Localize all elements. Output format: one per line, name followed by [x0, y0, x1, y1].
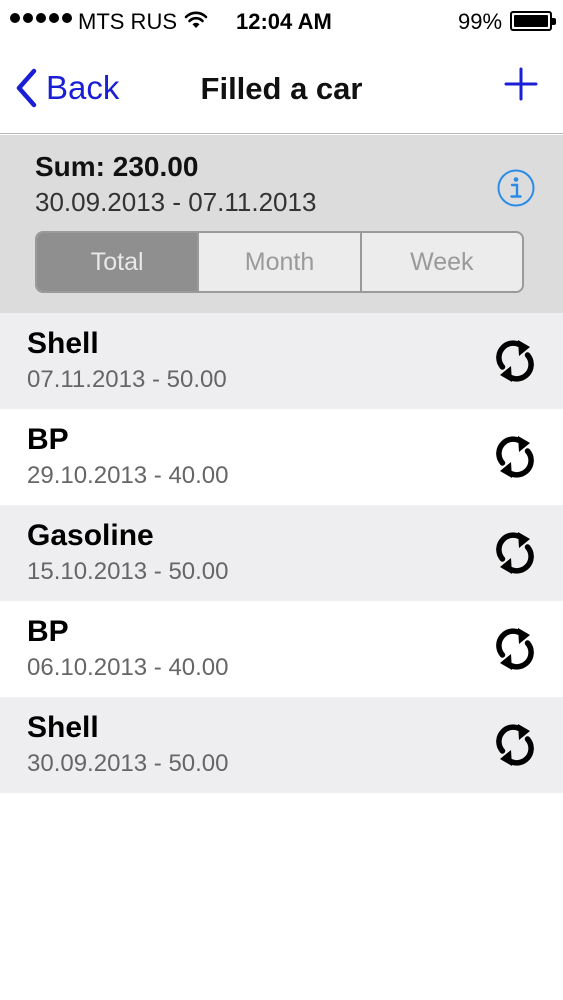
list-item[interactable]: BP 29.10.2013 - 40.00 — [0, 409, 563, 505]
list-item-subtitle: 06.10.2013 - 40.00 — [27, 654, 229, 681]
signal-strength-icon — [10, 13, 72, 23]
segment-month[interactable]: Month — [199, 233, 362, 291]
list-item-subtitle: 07.11.2013 - 50.00 — [27, 366, 227, 393]
battery-fill — [514, 15, 548, 27]
list-item-title: Gasoline — [27, 519, 154, 552]
refresh-icon[interactable] — [494, 433, 536, 481]
list-item-subtitle: 15.10.2013 - 50.00 — [27, 558, 229, 585]
status-bar: MTS RUS 12:04 AM 99% — [0, 0, 563, 44]
battery-icon — [510, 11, 556, 31]
list-item-subtitle: 30.09.2013 - 50.00 — [27, 750, 229, 777]
info-icon[interactable] — [496, 168, 536, 208]
list-item-title: BP — [27, 615, 69, 648]
segment-week[interactable]: Week — [362, 233, 522, 291]
sum-total: Sum: 230.00 — [35, 151, 199, 182]
summary-panel: Sum: 230.00 30.09.2013 - 07.11.2013 Tota… — [0, 135, 563, 313]
list-item[interactable]: Shell 07.11.2013 - 50.00 — [0, 313, 563, 409]
list-item-subtitle: 29.10.2013 - 40.00 — [27, 462, 229, 489]
carrier-name: MTS RUS — [78, 9, 177, 34]
date-range: 30.09.2013 - 07.11.2013 — [35, 187, 317, 217]
list-item-title: Shell — [27, 327, 99, 360]
list-item[interactable]: Gasoline 15.10.2013 - 50.00 — [0, 505, 563, 601]
refresh-icon[interactable] — [494, 721, 536, 769]
refresh-icon[interactable] — [494, 529, 536, 577]
period-segmented-control: Total Month Week — [35, 231, 524, 293]
status-time: 12:04 AM — [236, 9, 332, 34]
navigation-bar: Back Filled a car — [0, 44, 563, 134]
plus-icon[interactable] — [503, 66, 539, 102]
list-item-title: Shell — [27, 711, 99, 744]
wifi-icon — [184, 11, 208, 28]
page-title: Filled a car — [200, 71, 363, 106]
battery-percentage: 99% — [458, 9, 503, 34]
list-item[interactable]: BP 06.10.2013 - 40.00 — [0, 601, 563, 697]
fillup-list: Shell 07.11.2013 - 50.00 BP 29.10.2013 -… — [0, 313, 563, 793]
refresh-icon[interactable] — [494, 337, 536, 385]
segment-total[interactable]: Total — [37, 233, 200, 291]
list-item-title: BP — [27, 423, 69, 456]
refresh-icon[interactable] — [494, 625, 536, 673]
list-item[interactable]: Shell 30.09.2013 - 50.00 — [0, 697, 563, 793]
